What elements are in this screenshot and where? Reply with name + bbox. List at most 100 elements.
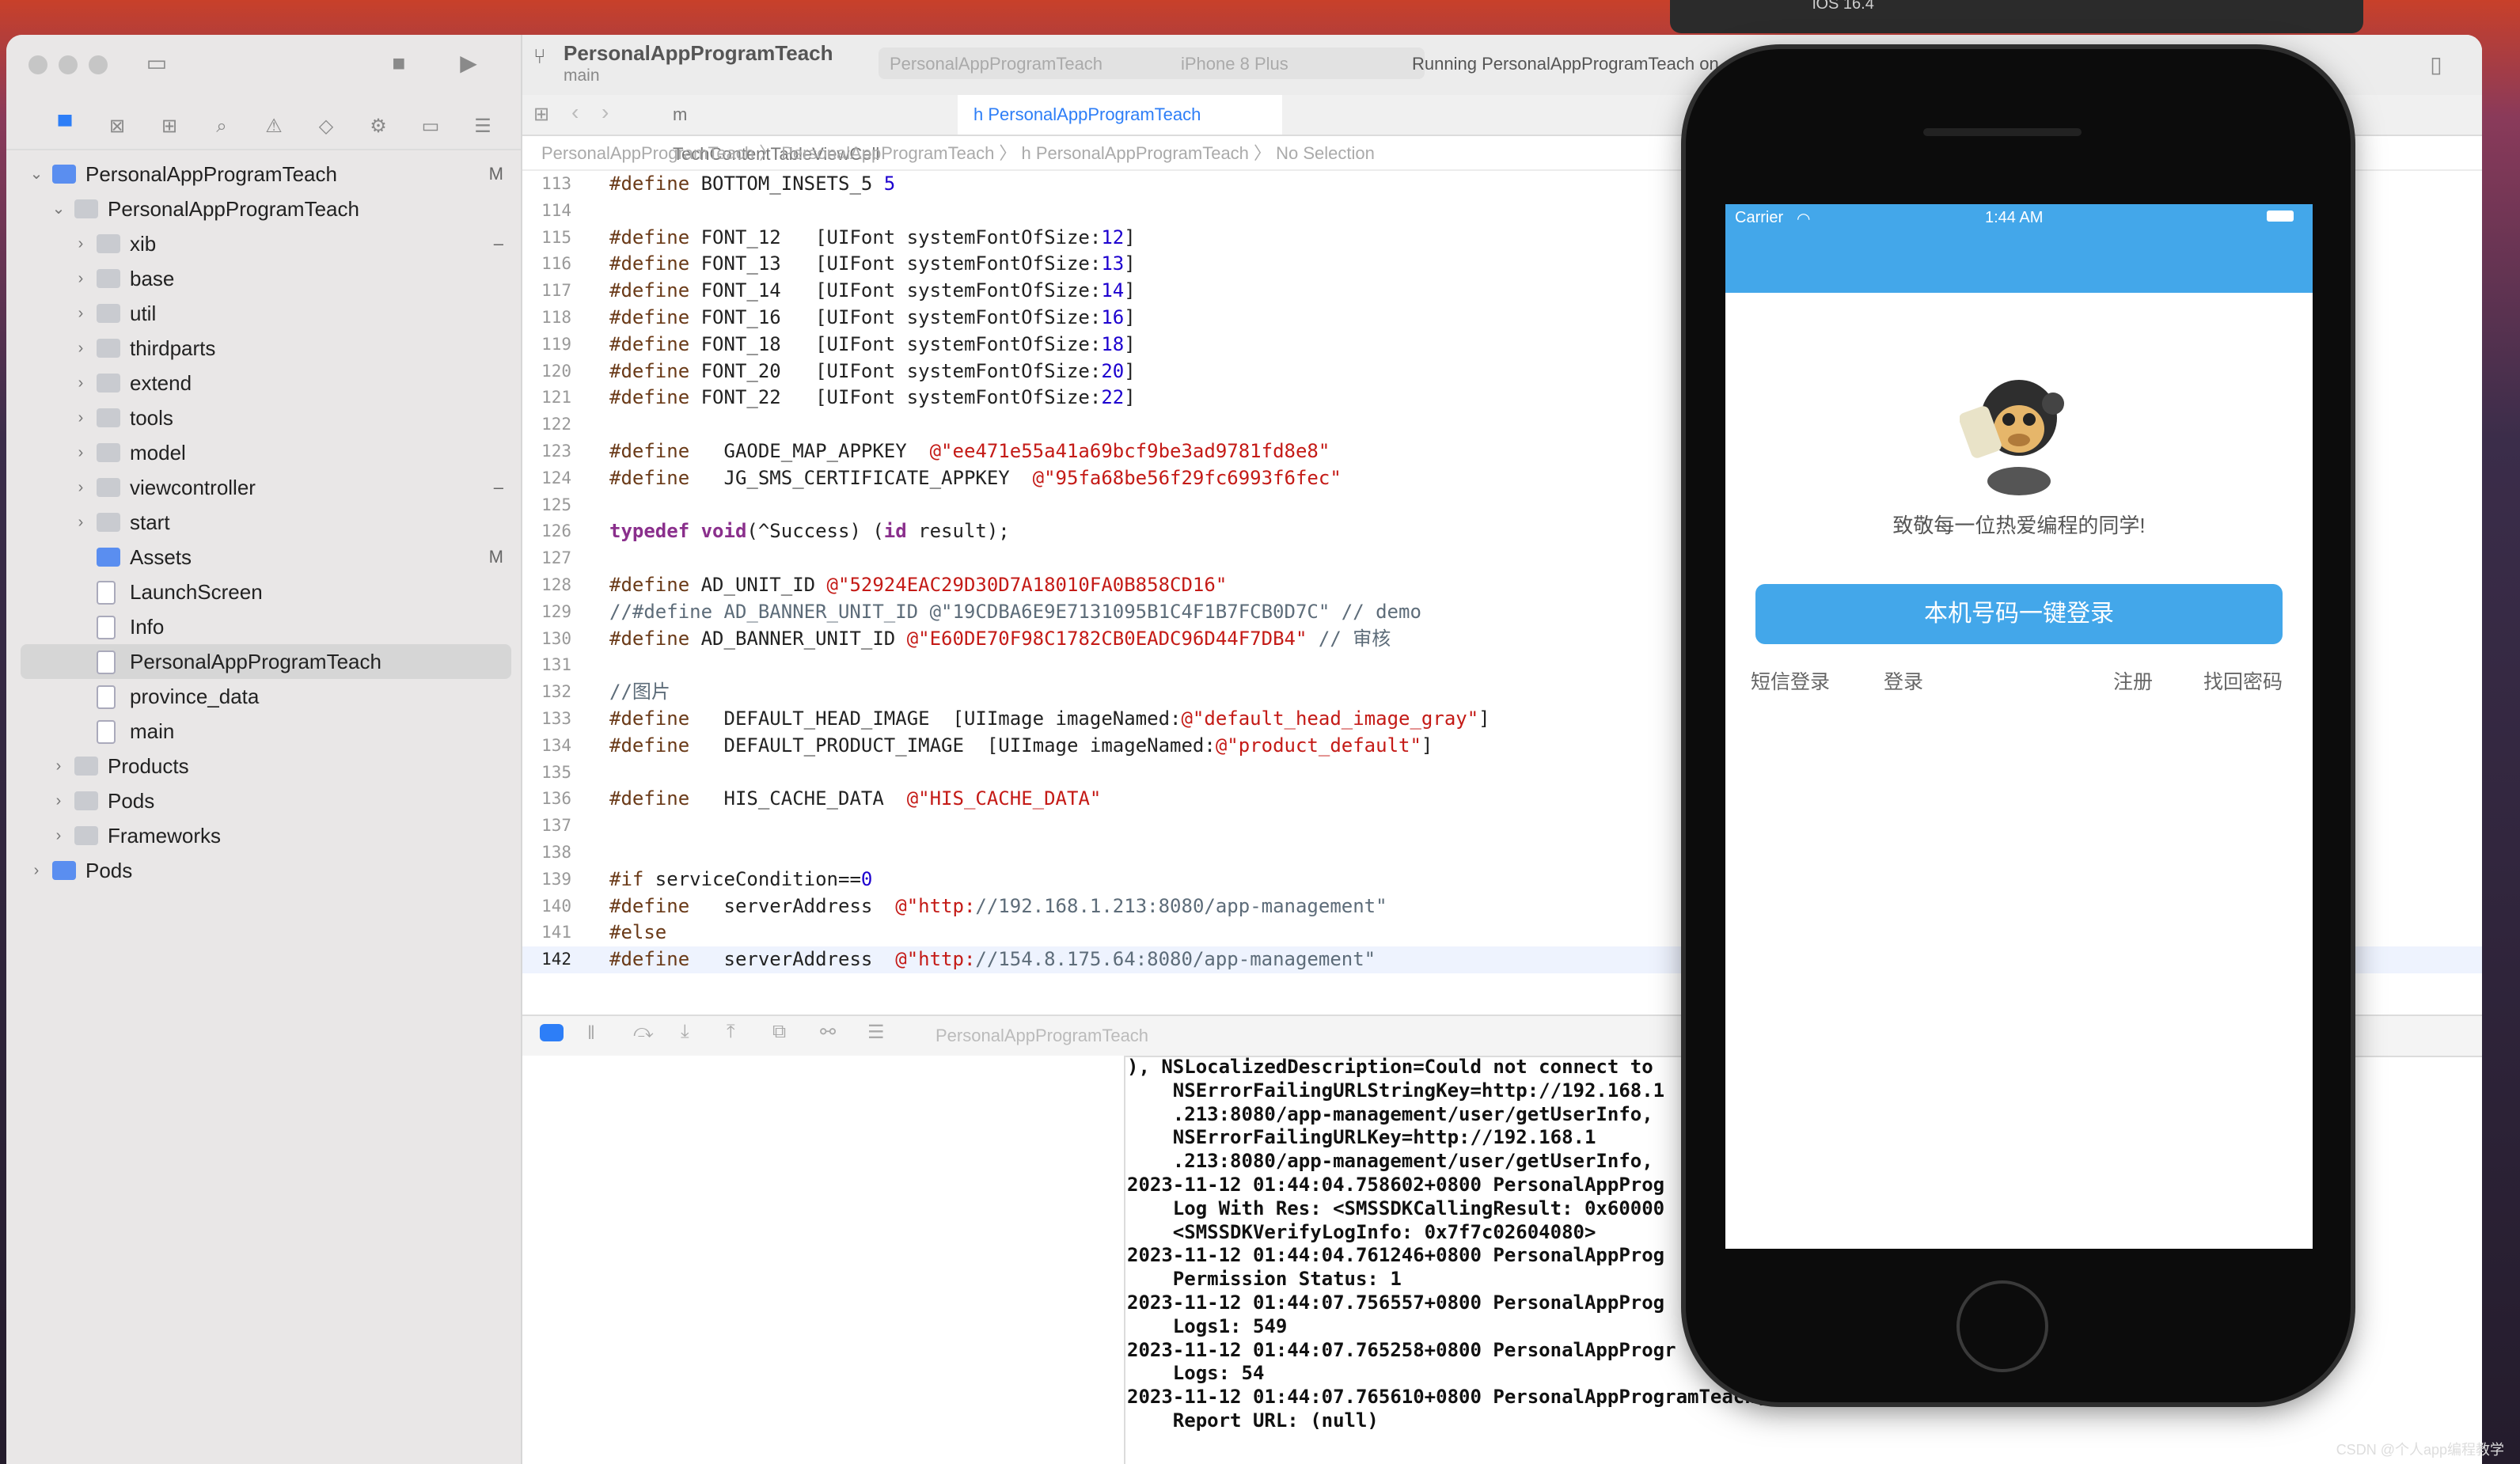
navigator-item[interactable]: › Frameworks xyxy=(21,818,511,853)
navigator-item[interactable]: › thirdparts xyxy=(21,331,511,366)
folder-icon xyxy=(97,269,120,288)
folder-icon xyxy=(74,791,98,810)
sms-login-link[interactable]: 短信登录 xyxy=(1751,666,1830,695)
navigator-item-label: main xyxy=(130,719,175,743)
navigator-item-label: PersonalAppProgramTeach xyxy=(108,197,359,221)
navigator-item[interactable]: Assets M xyxy=(21,540,511,575)
scheme-selector[interactable]: PersonalAppProgramTeach iPhone 8 Plus xyxy=(879,47,1425,79)
login-link[interactable]: 登录 xyxy=(1884,666,1923,695)
chevron-right-icon[interactable]: › xyxy=(73,400,89,435)
branch-label: main xyxy=(564,66,600,85)
step-over-icon[interactable]: ⤼ xyxy=(633,1021,654,1043)
navigator-item[interactable]: province_data xyxy=(21,679,511,714)
chevron-right-icon[interactable]: › xyxy=(51,818,66,853)
memory-graph-icon[interactable]: ⚯ xyxy=(820,1021,836,1044)
navigator-item[interactable]: LaunchScreen xyxy=(21,575,511,609)
code-text: #else xyxy=(609,921,667,944)
debug-navigator-icon[interactable]: ⚙ xyxy=(366,114,391,139)
simulator-screen: Carrier ◠ 1:44 AM 致敬每一位热爱编程的同学! 本机号码一键登录… xyxy=(1725,204,2313,1249)
watermark: CSDN @个人app编程教学 xyxy=(2336,1442,2504,1458)
speaker xyxy=(1923,128,2082,136)
inspector-toggle-icon[interactable]: ▯ xyxy=(2422,52,2450,78)
chevron-right-icon[interactable]: › xyxy=(28,853,44,888)
tab-personalapp[interactable]: h PersonalAppProgramTeach xyxy=(958,95,1282,135)
line-number: 132 xyxy=(541,682,571,702)
folder-icon xyxy=(74,826,98,845)
source-control-icon[interactable]: ⊠ xyxy=(104,114,130,139)
navigator-item[interactable]: PersonalAppProgramTeach xyxy=(21,644,511,679)
file-icon xyxy=(97,685,116,709)
navigator-item[interactable]: › viewcontroller – xyxy=(21,470,511,505)
navigator-item[interactable]: main xyxy=(21,714,511,749)
chevron-right-icon[interactable]: › xyxy=(73,261,89,296)
symbol-navigator-icon[interactable]: ⊞ xyxy=(157,114,182,139)
tab-techcontent[interactable]: m TechContentTableViewCell xyxy=(657,95,879,164)
project-navigator-icon[interactable]: ▀ xyxy=(52,114,78,139)
navigator-item-label: province_data xyxy=(130,685,260,708)
chevron-right-icon[interactable]: › xyxy=(73,435,89,470)
chevron-down-icon[interactable]: ⌄ xyxy=(28,157,44,192)
code-text: #define serverAddress @"http://154.8.175… xyxy=(609,948,1376,971)
grid-icon[interactable]: ⊞ xyxy=(533,103,549,126)
line-number: 134 xyxy=(541,735,571,755)
report-navigator-icon[interactable]: ☰ xyxy=(470,114,495,139)
close-window-button[interactable] xyxy=(28,55,47,74)
step-out-icon[interactable]: ⤒ xyxy=(727,1021,735,1043)
view-hierarchy-icon[interactable]: ⧉ xyxy=(772,1021,786,1043)
code-text: #define AD_BANNER_UNIT_ID @"E60DE70F98C1… xyxy=(609,627,1391,650)
navigator-item[interactable]: › tools xyxy=(21,400,511,435)
register-link[interactable]: 注册 xyxy=(2113,666,2153,695)
code-text: #if serviceCondition==0 xyxy=(609,867,873,890)
line-number: 139 xyxy=(541,869,571,889)
pause-icon[interactable]: ‖ xyxy=(587,1022,595,1045)
breakpoint-navigator-icon[interactable]: ▭ xyxy=(418,114,443,139)
forward-icon[interactable]: › xyxy=(602,100,609,125)
chevron-right-icon[interactable]: › xyxy=(73,505,89,540)
navigator-item[interactable]: › extend xyxy=(21,366,511,400)
step-in-icon[interactable]: ⤓ xyxy=(681,1021,689,1043)
find-navigator-icon[interactable]: ⌕ xyxy=(209,114,234,139)
project-icon xyxy=(97,548,120,567)
home-button[interactable] xyxy=(1956,1280,2048,1372)
one-click-login-button[interactable]: 本机号码一键登录 xyxy=(1755,584,2283,644)
breakpoints-toggle-icon[interactable] xyxy=(540,1024,564,1041)
file-icon xyxy=(97,720,116,744)
navigator-item[interactable]: › base xyxy=(21,261,511,296)
sidebar-toggle-icon[interactable]: ▭ xyxy=(142,51,171,76)
zoom-window-button[interactable] xyxy=(89,55,108,74)
navigator-item-label: util xyxy=(130,302,157,325)
chevron-right-icon[interactable]: › xyxy=(73,296,89,331)
run-icon[interactable]: ▶ xyxy=(454,51,483,76)
chevron-right-icon[interactable]: › xyxy=(73,470,89,505)
chevron-right-icon[interactable]: › xyxy=(73,366,89,400)
forgot-password-link[interactable]: 找回密码 xyxy=(2203,666,2283,695)
chevron-right-icon[interactable]: › xyxy=(51,749,66,783)
navigator-item[interactable]: › util xyxy=(21,296,511,331)
navigator-item[interactable]: › Pods xyxy=(21,783,511,818)
line-number: 142 xyxy=(541,950,571,969)
chevron-right-icon[interactable]: › xyxy=(51,783,66,818)
simulator-title: iOS 16.4 xyxy=(1812,0,1874,13)
line-number: 135 xyxy=(541,762,571,782)
navigator-item[interactable]: › Products xyxy=(21,749,511,783)
stop-icon[interactable]: ■ xyxy=(385,51,413,76)
back-icon[interactable]: ‹ xyxy=(571,100,579,125)
test-navigator-icon[interactable]: ◇ xyxy=(313,114,339,139)
debug-scheme-label: PersonalAppProgramTeach xyxy=(936,1026,1149,1045)
navigator-item-label: model xyxy=(130,441,186,465)
time-label: 1:44 AM xyxy=(1985,209,2044,226)
navigator-item[interactable]: › xib – xyxy=(21,226,511,261)
issue-navigator-icon[interactable]: ⚠ xyxy=(261,114,287,139)
navigator-item[interactable]: ⌄ PersonalAppProgramTeach M xyxy=(21,157,511,192)
navigator-item[interactable]: › start xyxy=(21,505,511,540)
environment-icon[interactable]: ☰ xyxy=(867,1021,885,1044)
navigator-item[interactable]: › Pods xyxy=(21,853,511,888)
minimize-window-button[interactable] xyxy=(59,55,78,74)
file-tree: ⌄ PersonalAppProgramTeach M ⌄ PersonalAppPro… xyxy=(21,157,511,888)
navigator-item[interactable]: ⌄ PersonalAppProgramTeach xyxy=(21,192,511,226)
navigator-item[interactable]: › model xyxy=(21,435,511,470)
chevron-right-icon[interactable]: › xyxy=(73,331,89,366)
chevron-right-icon[interactable]: › xyxy=(73,226,89,261)
chevron-down-icon[interactable]: ⌄ xyxy=(51,192,66,226)
navigator-item[interactable]: Info xyxy=(21,609,511,644)
